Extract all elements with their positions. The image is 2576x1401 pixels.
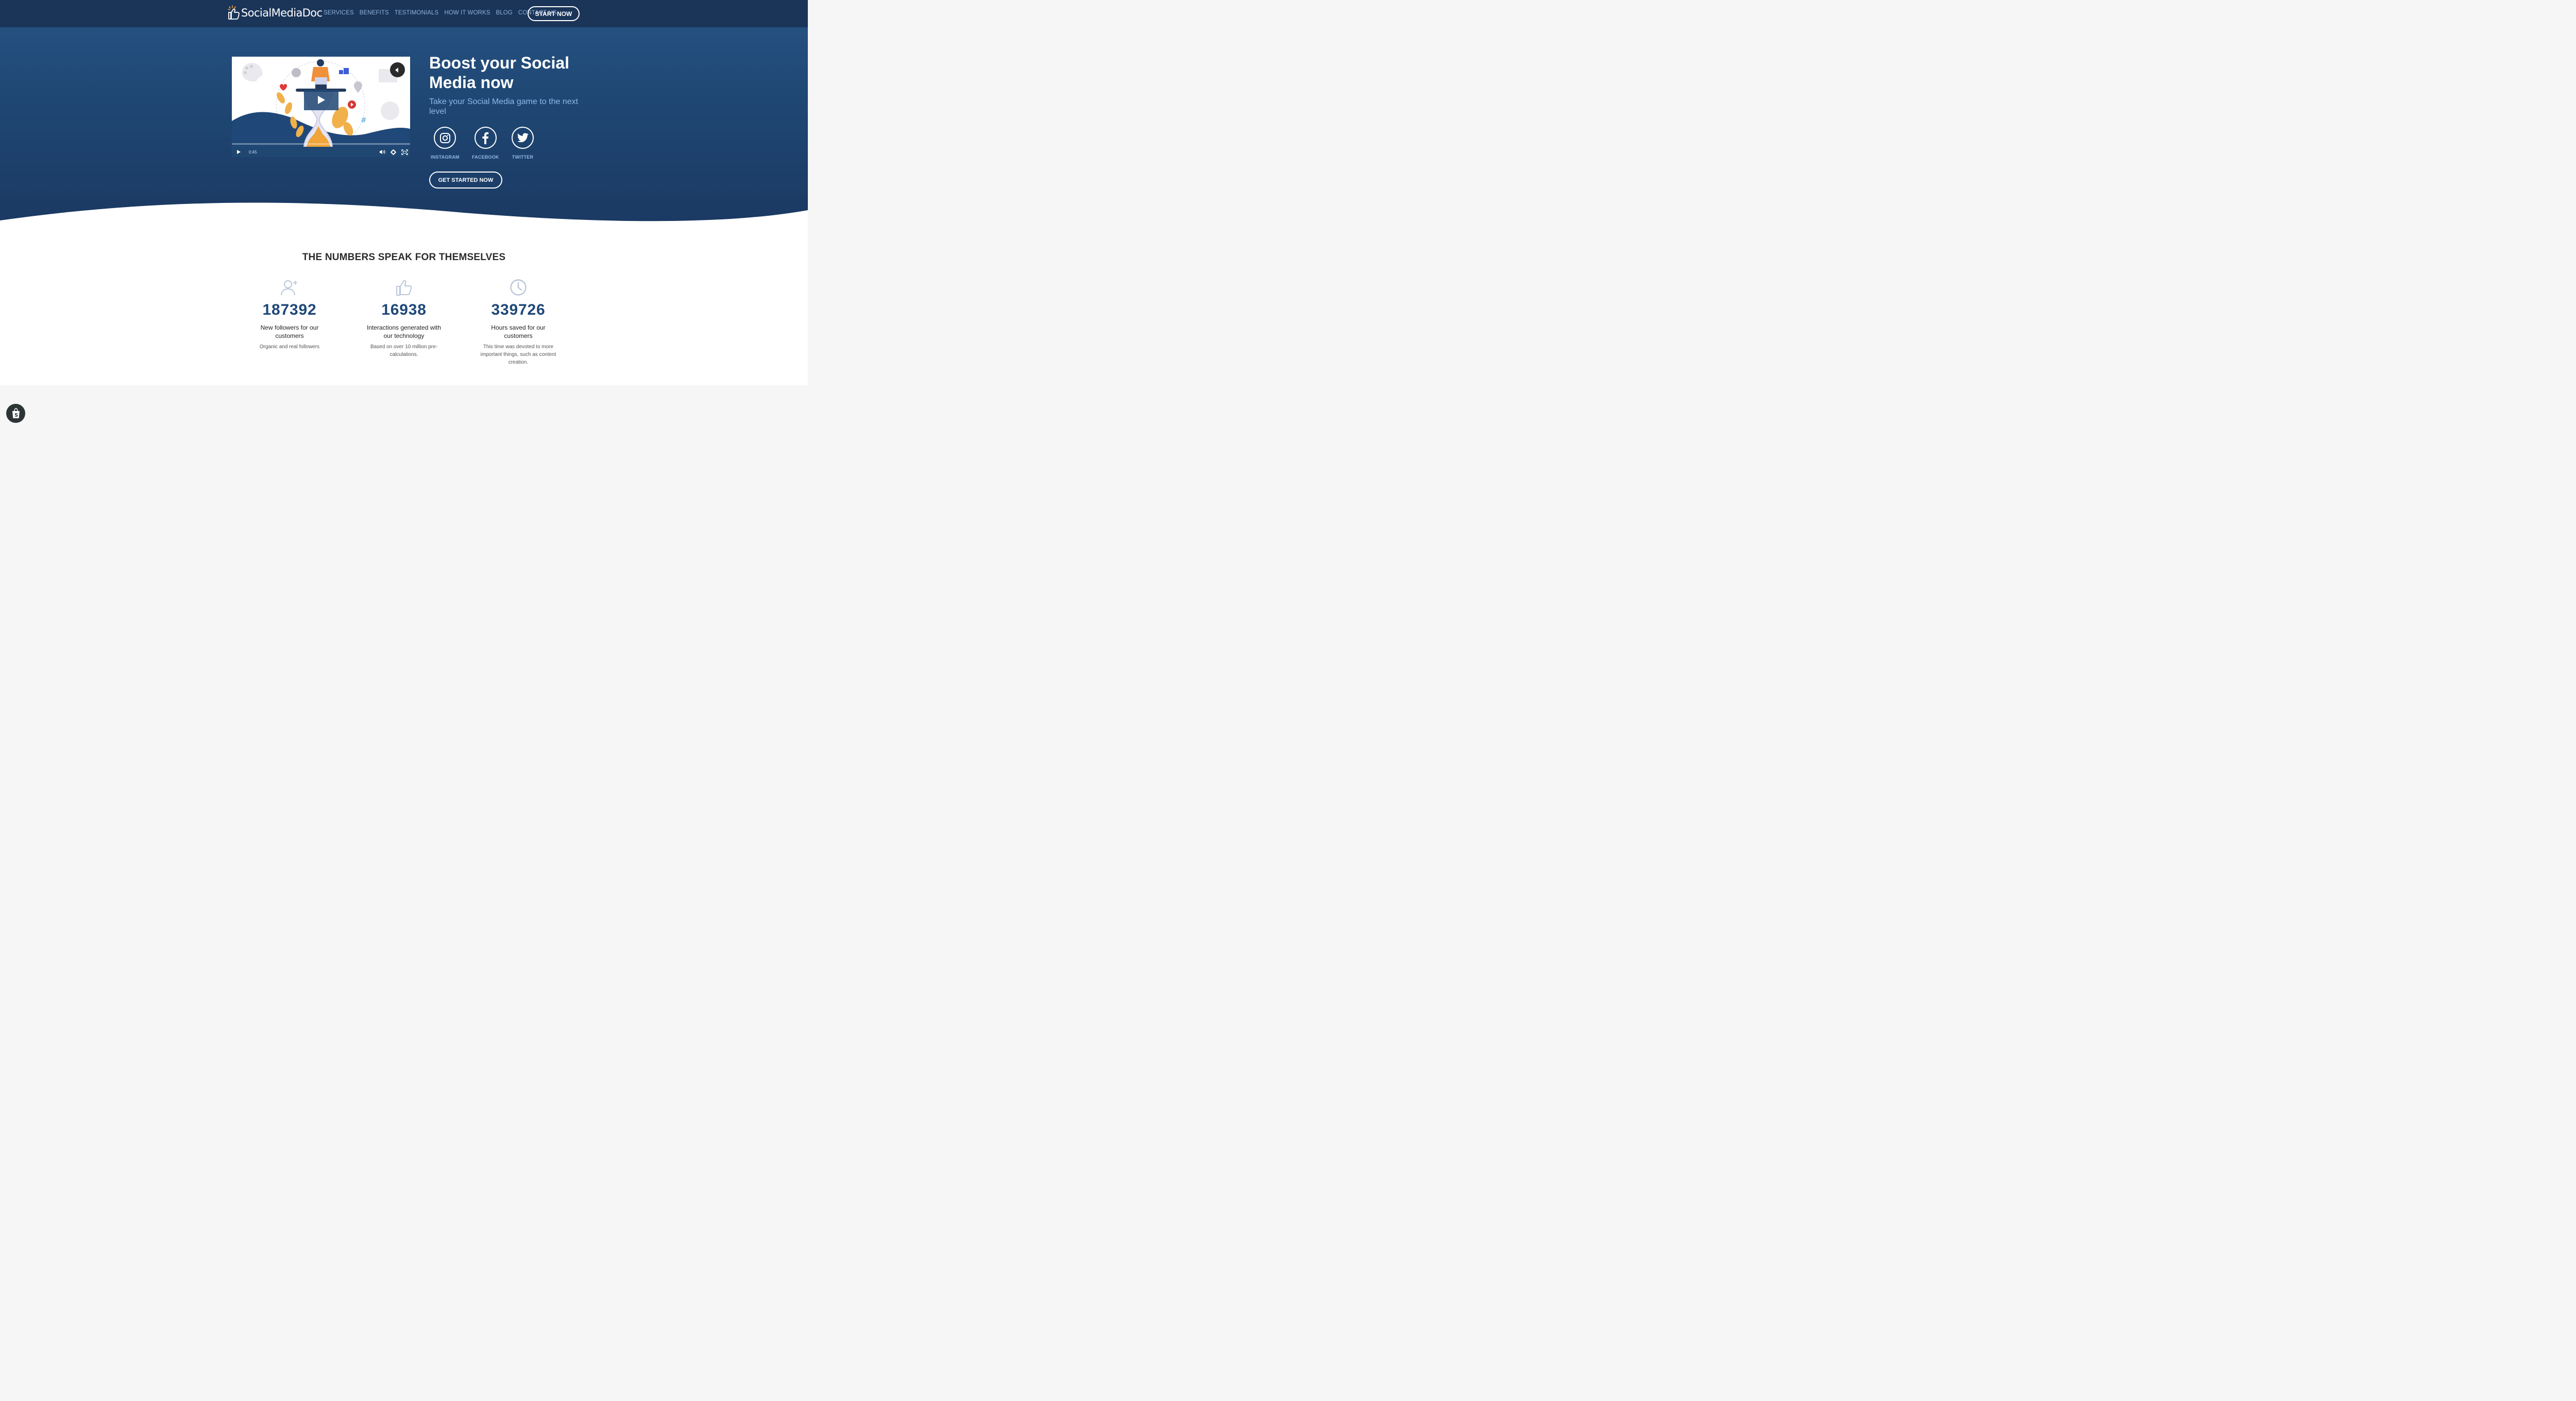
- nav-benefits[interactable]: BENEFITS: [360, 10, 389, 16]
- video-mute-button[interactable]: [390, 62, 405, 77]
- stat-note: Organic and real followers: [259, 344, 320, 350]
- stat-item-hours: 339726 Hours saved for our customers Thi…: [467, 279, 570, 366]
- get-started-now-button[interactable]: GET STARTED NOW: [429, 172, 502, 189]
- logo[interactable]: SocialMediaDoc: [228, 4, 323, 22]
- twitter-icon: [517, 132, 529, 142]
- instagram-icon: [439, 132, 450, 143]
- clock-icon: [510, 279, 527, 296]
- video-play-overlay-button[interactable]: [304, 90, 338, 110]
- nav-services[interactable]: SERVICES: [324, 10, 354, 16]
- stat-value: 187392: [262, 301, 317, 318]
- logo-thumbs-up-icon: [228, 5, 240, 20]
- main-nav: SERVICES BENEFITS TESTIMONIALS HOW IT WO…: [324, 10, 557, 16]
- instagram-label: INSTAGRAM: [431, 155, 460, 160]
- top-navigation-bar: SocialMediaDoc SERVICES BENEFITS TESTIMO…: [0, 0, 808, 27]
- video-time: 0:45: [249, 150, 257, 155]
- stat-caption: New followers for our customers: [260, 324, 319, 339]
- video-progress-bar[interactable]: [232, 143, 410, 145]
- hero-title: Boost your Social Media now: [429, 54, 570, 92]
- svg-text:#: #: [361, 116, 367, 125]
- stat-note: This time was devoted to more important …: [480, 344, 556, 365]
- stat-value: 339726: [491, 301, 546, 318]
- stat-caption: Interactions generated with our technolo…: [366, 324, 442, 339]
- stat-item-interactions: 16938 Interactions generated with our te…: [352, 279, 455, 358]
- twitter-circle[interactable]: [512, 127, 534, 149]
- nav-how-it-works[interactable]: HOW IT WORKS: [444, 10, 490, 16]
- thumbs-up-icon: [396, 280, 412, 296]
- fullscreen-icon[interactable]: [401, 149, 408, 155]
- facebook-link[interactable]: FACEBOOK: [472, 127, 499, 160]
- video-player[interactable]: # 0:45: [232, 57, 410, 157]
- volume-icon[interactable]: [379, 149, 385, 155]
- nav-testimonials[interactable]: TESTIMONIALS: [395, 10, 439, 16]
- stat-value: 16938: [381, 301, 427, 318]
- start-now-button[interactable]: START NOW: [528, 6, 580, 21]
- hero-subtitle: Take your Social Media game to the next …: [429, 97, 579, 116]
- stat-item-followers: 187392 New followers for our customers O…: [238, 279, 341, 351]
- facebook-icon: [482, 132, 489, 144]
- stats-section-title: THE NUMBERS SPEAK FOR THEMSELVES: [302, 252, 506, 263]
- add-user-icon: [281, 280, 297, 296]
- instagram-circle[interactable]: [434, 127, 456, 149]
- play-icon: [317, 96, 325, 104]
- shopify-badge[interactable]: S: [6, 404, 25, 423]
- play-icon[interactable]: [236, 149, 241, 155]
- twitter-link[interactable]: TWITTER: [512, 127, 534, 160]
- svg-text:S: S: [14, 413, 18, 418]
- speaker-icon: [395, 67, 398, 73]
- logo-text: SocialMediaDoc: [241, 7, 323, 19]
- facebook-label: FACEBOOK: [472, 155, 499, 160]
- nav-blog[interactable]: BLOG: [496, 10, 512, 16]
- instagram-link[interactable]: INSTAGRAM: [431, 127, 460, 160]
- video-control-bar: 0:45: [232, 147, 410, 157]
- stat-note: Based on over 10 million pre-calculation…: [370, 344, 438, 357]
- twitter-label: TWITTER: [512, 155, 534, 160]
- settings-gear-icon[interactable]: [391, 149, 396, 155]
- facebook-circle[interactable]: [474, 127, 497, 149]
- stat-caption: Hours saved for our customers: [491, 324, 546, 339]
- shopping-bag-icon: S: [12, 408, 20, 418]
